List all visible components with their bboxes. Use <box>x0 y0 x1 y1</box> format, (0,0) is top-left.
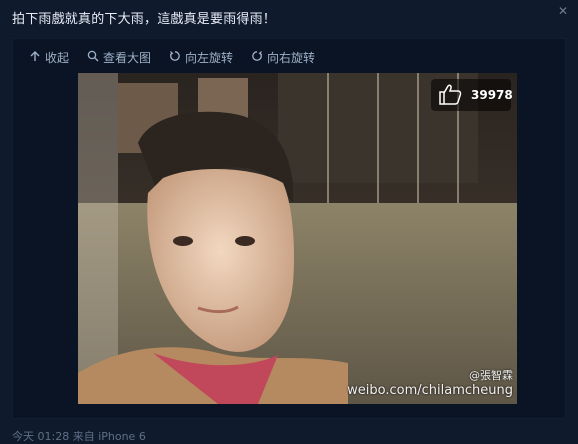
weibo-watermark: @張智霖 weibo.com/chilamcheung <box>347 367 513 398</box>
post-text: 拍下雨戲就真的下大雨，這戲真是要雨得雨！ <box>12 12 277 27</box>
selfie-photo[interactable]: 39978 @張智霖 weibo.com/chilamcheung <box>78 73 517 404</box>
rotate-left-icon <box>169 50 181 65</box>
view-large-label: 查看大图 <box>103 51 152 65</box>
search-icon <box>87 50 99 65</box>
media-toolbar: 收起 查看大图 向左旋转 向右旋转 <box>29 49 315 66</box>
post-meta: 今天 01:28 来自 iPhone 6 <box>12 430 146 443</box>
collapse-button[interactable]: 收起 <box>29 49 69 66</box>
media-viewer: 收起 查看大图 向左旋转 向右旋转 39978 @張智霖 weibo.com/c… <box>12 38 566 419</box>
thumbs-up-icon <box>437 83 463 108</box>
arrow-up-icon <box>29 50 41 65</box>
view-large-button[interactable]: 查看大图 <box>87 49 151 66</box>
watermark-url: weibo.com/chilamcheung <box>347 383 513 398</box>
rotate-left-label: 向左旋转 <box>185 51 234 65</box>
collapse-label: 收起 <box>45 51 70 65</box>
rotate-left-button[interactable]: 向左旋转 <box>169 49 233 66</box>
rotate-right-button[interactable]: 向右旋转 <box>251 49 315 66</box>
photo-scene <box>78 73 517 404</box>
like-badge[interactable]: 39978 <box>431 79 513 111</box>
close-icon[interactable]: ✕ <box>556 4 570 18</box>
watermark-handle: @張智霖 <box>469 369 513 382</box>
rotate-right-icon <box>251 50 263 65</box>
like-count: 39978 <box>471 88 513 102</box>
rotate-right-label: 向右旋转 <box>267 51 316 65</box>
